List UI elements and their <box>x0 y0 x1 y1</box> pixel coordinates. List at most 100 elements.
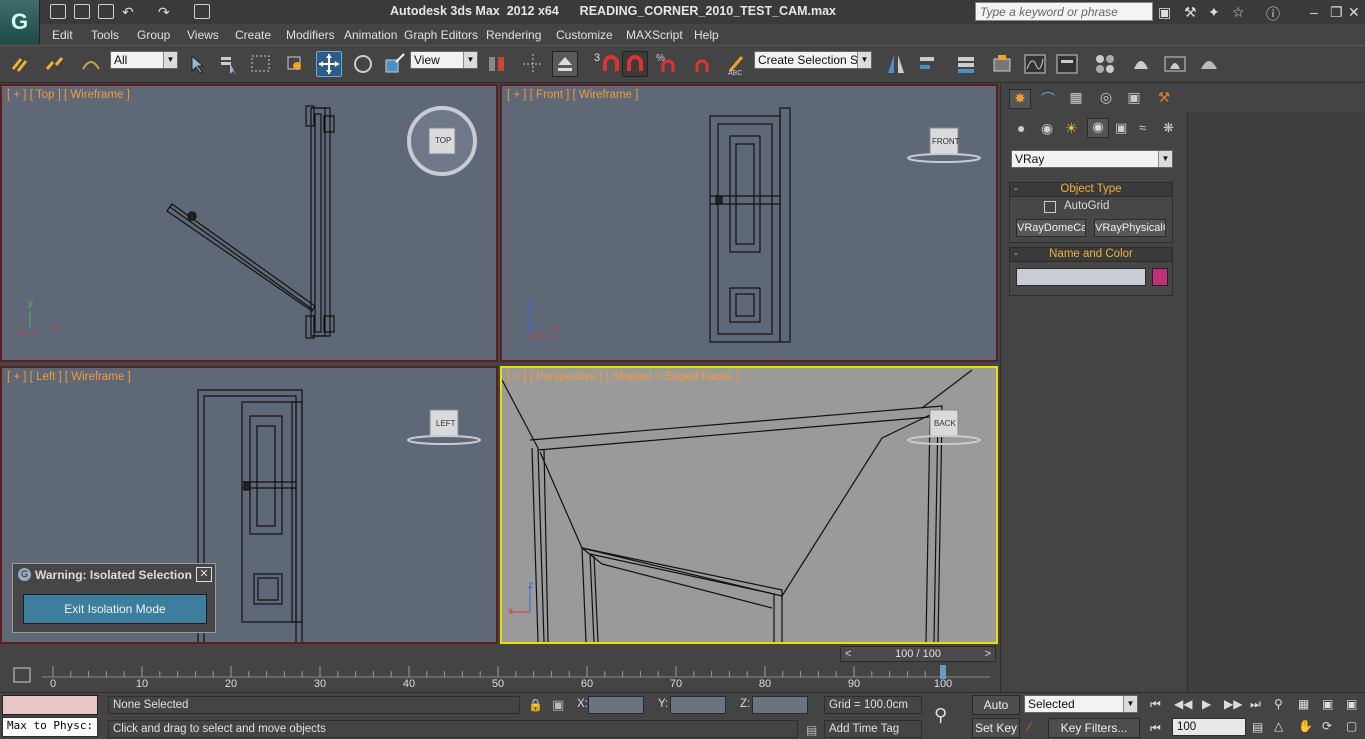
link-icon[interactable] <box>8 51 34 77</box>
new-file-icon[interactable] <box>50 4 66 19</box>
systems-icon[interactable]: ❋ <box>1163 120 1174 136</box>
y-coordinate-field[interactable] <box>670 696 726 714</box>
viewcube-left-face[interactable]: LEFT <box>436 419 456 428</box>
pivot-center-icon[interactable] <box>484 51 510 77</box>
orbit-icon[interactable]: ⟳ <box>1322 719 1332 733</box>
menu-maxscript[interactable]: MAXScript <box>626 28 683 42</box>
maxscript-mini-listener[interactable]: Max to Physc: <box>2 717 98 737</box>
display-tab-icon[interactable]: ▣ <box>1123 89 1145 109</box>
app-logo-icon[interactable]: G <box>0 0 40 44</box>
autogrid-checkbox[interactable] <box>1044 201 1056 213</box>
z-coordinate-field[interactable] <box>752 696 808 714</box>
menu-tools[interactable]: Tools <box>91 28 119 42</box>
track-bar[interactable]: 0 10 20 30 40 50 60 70 80 90 100 <box>0 663 1000 693</box>
communication-icon[interactable]: ✦ <box>1208 4 1220 21</box>
curve-editor-icon[interactable] <box>1022 51 1048 77</box>
maxscript-mini-listener-top[interactable] <box>2 695 98 715</box>
viewcube-back-face[interactable]: BACK <box>934 419 956 428</box>
project-folder-icon[interactable] <box>194 4 210 19</box>
next-frame-icon[interactable]: ▶▶ <box>1224 697 1242 711</box>
key-filters-button[interactable]: Key Filters... <box>1048 718 1140 738</box>
time-slider[interactable]: < 100 / 100 > <box>840 646 996 662</box>
zoom-all-icon[interactable]: ▦ <box>1298 697 1309 711</box>
play-icon[interactable]: ▶ <box>1202 697 1211 711</box>
viewcube-front-face[interactable]: FRONT <box>932 137 960 146</box>
viewport-front-label[interactable]: [ + ] [ Front ] [ Wireframe ] <box>507 89 638 101</box>
render-production-icon[interactable] <box>1196 51 1222 77</box>
viewport-front[interactable]: [ + ] [ Front ] [ Wireframe ] FRONT x z <box>500 84 998 362</box>
close-icon[interactable]: ✕ <box>196 567 212 582</box>
unlink-icon[interactable] <box>42 51 68 77</box>
object-name-input[interactable] <box>1016 268 1146 286</box>
snaps-toggle-icon[interactable] <box>598 51 624 77</box>
select-object-icon[interactable] <box>184 51 210 77</box>
named-selection-dropdown[interactable]: Create Selection Se ▼ <box>754 51 872 69</box>
viewport-left-label[interactable]: [ + ] [ Left ] [ Wireframe ] <box>7 371 131 383</box>
menu-group[interactable]: Group <box>137 28 170 42</box>
menu-help[interactable]: Help <box>694 28 719 42</box>
vray-dome-camera-button[interactable]: VRayDomeCamera <box>1016 219 1086 237</box>
minimize-icon[interactable]: – <box>1310 4 1318 20</box>
material-editor-icon[interactable] <box>1092 51 1118 77</box>
key-icon[interactable]: ⚲ <box>934 705 947 726</box>
absolute-mode-icon[interactable]: ▣ <box>552 697 564 713</box>
percent-snap-icon[interactable]: % <box>654 51 680 77</box>
name-color-rollout-header[interactable]: - Name and Color <box>1009 247 1173 262</box>
rendered-frame-window-icon[interactable] <box>1162 51 1188 77</box>
lights-icon[interactable]: ☀ <box>1065 120 1078 137</box>
default-in-out-tangents-icon[interactable]: ∕ <box>1028 719 1030 735</box>
subscription-icon[interactable]: ⚒ <box>1184 4 1197 21</box>
graphite-modeling-tools-icon[interactable] <box>990 51 1016 77</box>
zoom-icon[interactable]: ⚲ <box>1274 697 1283 711</box>
restore-icon[interactable]: ❐ <box>1330 4 1343 21</box>
utilities-tab-icon[interactable]: ⚒ <box>1153 89 1175 109</box>
mirror-icon[interactable] <box>884 51 910 77</box>
window-crossing-icon[interactable] <box>282 51 308 77</box>
menu-modifiers[interactable]: Modifiers <box>286 28 335 42</box>
bind-space-warp-icon[interactable] <box>78 51 104 77</box>
schematic-view-icon[interactable] <box>1054 51 1080 77</box>
favorites-star-icon[interactable]: ☆ <box>1232 4 1245 21</box>
select-and-move-button[interactable] <box>316 51 342 77</box>
angle-snap-button[interactable] <box>622 51 648 77</box>
render-setup-icon[interactable] <box>1128 51 1154 77</box>
vray-physical-camera-button[interactable]: VRayPhysicalCamera <box>1094 219 1166 237</box>
selection-lock-icon[interactable]: 🔒 <box>528 698 543 712</box>
redo-icon[interactable]: ↷ <box>158 4 170 21</box>
pan-view-icon[interactable]: ✋ <box>1298 719 1313 733</box>
manipulate-icon[interactable] <box>520 51 546 77</box>
undo-icon[interactable]: ↶ <box>122 4 134 21</box>
menu-create[interactable]: Create <box>235 28 271 42</box>
motion-tab-icon[interactable]: ◎ <box>1095 89 1117 109</box>
menu-animation[interactable]: Animation <box>344 28 397 42</box>
edit-named-selection-icon[interactable]: ABC <box>724 51 750 77</box>
menu-customize[interactable]: Customize <box>556 28 613 42</box>
set-key-button[interactable]: Set Key <box>972 718 1020 738</box>
geometry-icon[interactable]: ● <box>1017 120 1025 136</box>
close-window-icon[interactable]: ✕ <box>1348 4 1360 21</box>
field-of-view-icon[interactable]: △ <box>1274 719 1283 733</box>
maximize-viewport-icon[interactable]: ▢ <box>1346 719 1357 733</box>
hierarchy-tab-icon[interactable]: ▦ <box>1065 89 1087 109</box>
object-color-swatch[interactable] <box>1152 268 1168 286</box>
current-frame-field[interactable]: 100 <box>1172 718 1246 736</box>
helpers-icon[interactable]: ▣ <box>1115 120 1127 136</box>
menu-graph-editors[interactable]: Graph Editors <box>404 28 478 42</box>
viewport-top-label[interactable]: [ + ] [ Top ] [ Wireframe ] <box>7 89 130 101</box>
viewport-perspective[interactable]: [ + ] [ Perspective ] [ Shaded + Edged F… <box>500 366 998 644</box>
save-file-icon[interactable] <box>98 4 114 19</box>
viewport-top[interactable]: [ + ] [ Top ] [ Wireframe ] TOP x y z <box>0 84 498 362</box>
auto-key-button[interactable]: Auto Key <box>972 695 1020 730</box>
viewport-perspective-label[interactable]: [ + ] [ Perspective ] [ Shaded + Edged F… <box>507 371 739 383</box>
viewcube-top-face[interactable]: TOP <box>435 136 451 145</box>
x-coordinate-field[interactable] <box>588 696 644 714</box>
modify-tab-icon[interactable]: ⌒ <box>1037 89 1059 109</box>
time-configuration-icon[interactable]: ▤ <box>1252 720 1263 734</box>
search-input[interactable]: Type a keyword or phrase <box>975 2 1153 21</box>
help-icon[interactable]: ⓘ <box>1266 4 1280 24</box>
spinner-snap-icon[interactable] <box>688 51 714 77</box>
go-to-end-icon[interactable]: ⏭ <box>1250 697 1261 712</box>
keyboard-shortcut-override-button[interactable] <box>552 51 578 77</box>
manage-layers-icon[interactable] <box>954 51 980 77</box>
align-icon[interactable] <box>916 51 942 77</box>
